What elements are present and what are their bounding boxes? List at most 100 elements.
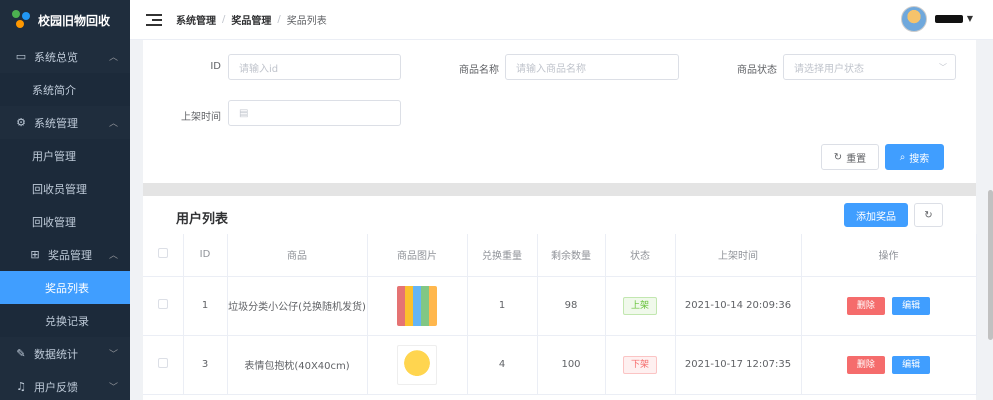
menu-group-overview[interactable]: ▭ 系统总览 ︿	[0, 40, 130, 73]
section-divider	[143, 183, 976, 196]
add-prize-button[interactable]: 添加奖品	[844, 203, 908, 227]
cell-actions: 删除 编辑	[801, 335, 977, 395]
column-header-weight: 兑换重量	[467, 234, 538, 277]
breadcrumb-item[interactable]: 奖品管理	[231, 12, 271, 27]
cell-image	[367, 335, 468, 395]
cell-image	[367, 276, 468, 336]
gear-icon: ⚙	[16, 116, 26, 129]
cell-remaining: 100	[537, 335, 606, 395]
table-row: 3 表情包抱枕(40X40cm) 4 100 下架 2021-10-17 12:…	[143, 335, 977, 395]
cell-remaining: 98	[537, 276, 606, 336]
select-all-cell[interactable]	[143, 234, 184, 277]
table-panel: 用户列表 添加奖品 ↻ ID 商品 商品图片 兑换重量 剩余数量 状态 上架时间…	[143, 196, 977, 400]
refresh-button[interactable]: ↻	[914, 203, 943, 227]
avatar[interactable]	[901, 6, 927, 32]
status-select[interactable]: 请选择用户状态 ﹀	[783, 54, 956, 80]
edit-button[interactable]: 编辑	[892, 296, 931, 315]
column-header-image: 商品图片	[367, 234, 468, 277]
sidebar-item-label: 回收员管理	[32, 182, 87, 196]
time-picker[interactable]: ▤	[228, 100, 401, 126]
status-badge: 下架	[622, 355, 657, 374]
sidebar-item-recycling[interactable]: 回收管理	[0, 205, 130, 238]
reset-button[interactable]: ↻ 重置	[821, 144, 879, 170]
menu-group-label: 奖品管理	[48, 248, 92, 262]
delete-button[interactable]: 删除	[846, 355, 885, 374]
table-row: 1 垃圾分类小公仔(兑换随机发货) 1 98 上架 2021-10-14 20:…	[143, 276, 977, 336]
column-header-id: ID	[183, 234, 228, 277]
cell-weight: 1	[467, 276, 538, 336]
app-title: 校园旧物回收	[38, 13, 111, 28]
refresh-icon: ↻	[924, 209, 933, 221]
cell-weight: 4	[467, 335, 538, 395]
page-scrollbar[interactable]	[988, 190, 993, 340]
id-placeholder: 请输入id	[239, 63, 279, 75]
monitor-icon: ▭	[15, 50, 27, 63]
sidebar-item-prize-list[interactable]: 奖品列表	[0, 271, 130, 304]
name-label: 商品名称	[459, 65, 499, 76]
column-header-actions: 操作	[801, 234, 977, 277]
row-checkbox[interactable]	[157, 358, 168, 368]
menu-group-label: 系统管理	[34, 116, 78, 130]
breadcrumb-separator: /	[277, 14, 281, 25]
column-header-status: 状态	[605, 234, 676, 277]
id-label: ID	[210, 61, 221, 72]
edit-button[interactable]: 编辑	[892, 355, 931, 374]
breadcrumb-item[interactable]: 系统管理	[176, 12, 216, 27]
product-image[interactable]	[397, 344, 437, 385]
search-icon: ⌕	[899, 151, 906, 163]
sidebar-item-exchange-records[interactable]: 兑换记录	[0, 304, 130, 337]
menu-group-prizes[interactable]: ⊞ 奖品管理 ︿	[0, 238, 130, 271]
user-name-redacted[interactable]	[935, 15, 963, 23]
breadcrumb-current: 奖品列表	[286, 16, 327, 27]
search-button[interactable]: ⌕ 搜索	[885, 144, 944, 170]
delete-button[interactable]: 删除	[846, 296, 885, 315]
cell-status: 上架	[605, 276, 676, 336]
refresh-icon: ↻	[833, 151, 843, 163]
menu-group-label: 数据统计	[34, 347, 78, 361]
sidebar-item-label: 回收管理	[32, 215, 76, 229]
name-placeholder: 请输入商品名称	[516, 63, 586, 75]
sidebar-item-label: 系统简介	[32, 83, 76, 97]
app-logo[interactable]: 校园旧物回收	[0, 0, 130, 40]
bell-icon: ♫	[16, 380, 26, 393]
reset-label: 重置	[846, 153, 867, 165]
row-select-cell[interactable]	[143, 276, 184, 336]
gift-icon: ⊞	[30, 248, 40, 261]
sidebar-item-label: 兑换记录	[45, 314, 89, 328]
sidebar-item-users[interactable]: 用户管理	[0, 139, 130, 172]
chevron-down-icon: ﹀	[108, 383, 118, 393]
sidebar: 校园旧物回收 ▭ 系统总览 ︿ 系统简介 ⚙ 系统管理 ︿ 用户管理 回收员管理…	[0, 0, 130, 400]
time-label: 上架时间	[181, 112, 221, 123]
search-label: 搜索	[909, 153, 930, 165]
chevron-up-icon: ︿	[108, 119, 118, 129]
cell-id: 3	[183, 335, 228, 395]
cell-status: 下架	[605, 335, 676, 395]
chevron-up-icon: ︿	[108, 251, 118, 261]
status-label: 商品状态	[737, 65, 777, 76]
sidebar-item-collectors[interactable]: 回收员管理	[0, 172, 130, 205]
cell-product-name: 表情包抱枕(40X40cm)	[227, 335, 368, 395]
name-input[interactable]: 请输入商品名称	[505, 54, 679, 80]
cell-product-name: 垃圾分类小公仔(兑换随机发货)	[227, 276, 368, 336]
prize-table: ID 商品 商品图片 兑换重量 剩余数量 状态 上架时间 操作 1 垃圾分类小公…	[143, 234, 977, 395]
menu-group-feedback[interactable]: ♫ 用户反馈 ﹀	[0, 370, 130, 400]
column-header-product: 商品	[227, 234, 368, 277]
select-all-checkbox[interactable]	[157, 248, 168, 259]
menu-toggle-icon[interactable]	[146, 13, 162, 26]
row-select-cell[interactable]	[143, 335, 184, 395]
chevron-down-icon: ﹀	[108, 350, 118, 360]
sidebar-item-system-intro[interactable]: 系统简介	[0, 73, 130, 106]
cell-time: 2021-10-14 20:09:36	[675, 276, 802, 336]
column-header-time: 上架时间	[675, 234, 802, 277]
product-image[interactable]	[397, 285, 437, 326]
caret-down-icon[interactable]: ▼	[967, 14, 973, 23]
row-checkbox[interactable]	[157, 299, 168, 309]
menu-group-statistics[interactable]: ✎ 数据统计 ﹀	[0, 337, 130, 370]
status-badge: 上架	[622, 296, 657, 315]
chevron-down-icon: ﹀	[939, 63, 947, 72]
menu-group-system[interactable]: ⚙ 系统管理 ︿	[0, 106, 130, 139]
edit-icon: ✎	[16, 347, 26, 360]
menu-group-label: 用户反馈	[34, 380, 78, 394]
search-panel: ID 请输入id 商品名称 请输入商品名称 商品状态 请选择用户状态 ﹀ 上架时…	[143, 40, 976, 183]
id-input[interactable]: 请输入id	[228, 54, 401, 80]
